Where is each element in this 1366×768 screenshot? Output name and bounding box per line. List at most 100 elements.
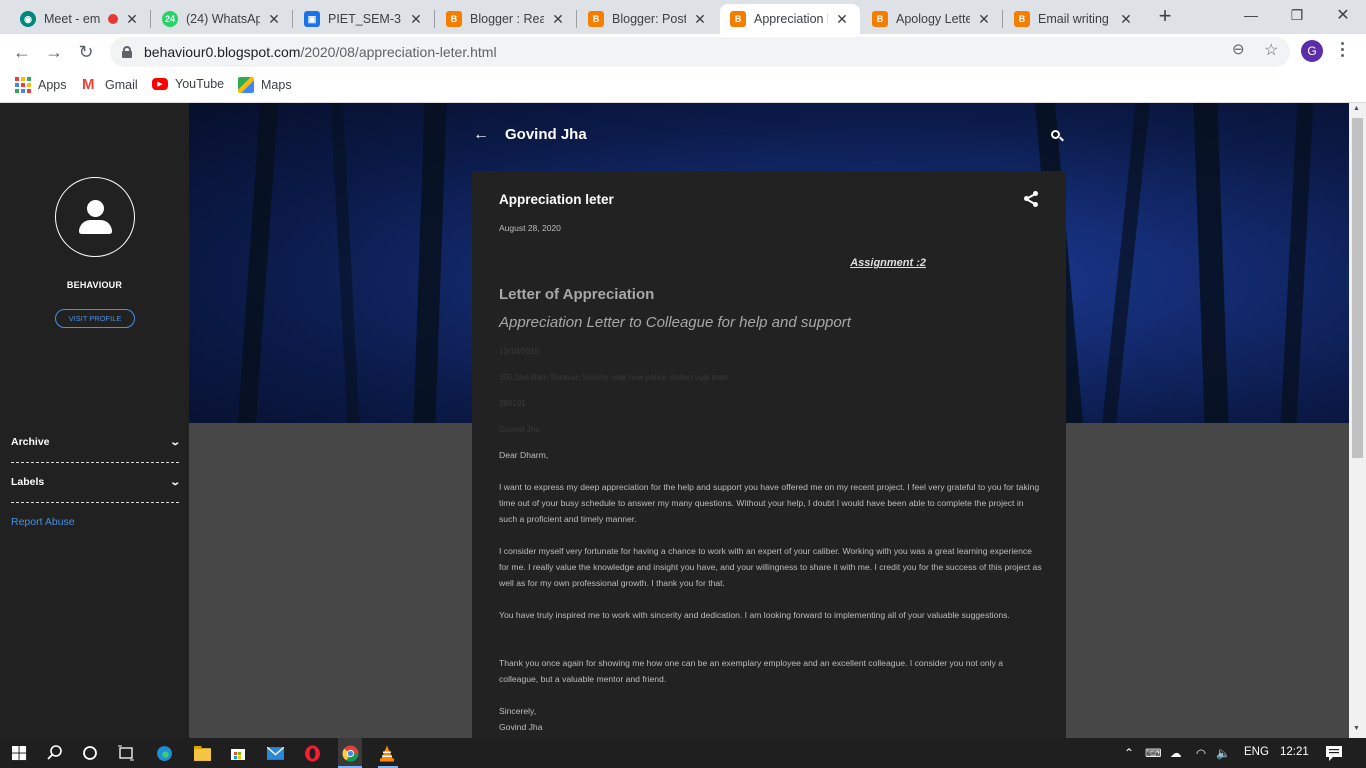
- divider: [11, 502, 179, 503]
- bookmark-apps[interactable]: Apps: [15, 77, 67, 93]
- file-explorer-icon[interactable]: [193, 744, 211, 762]
- bookmark-star-icon[interactable]: ☆: [1264, 40, 1278, 60]
- url-path: /2020/08/appreciation-leter.html: [300, 44, 497, 60]
- vlc-icon[interactable]: [378, 744, 396, 762]
- youtube-icon: ▶: [152, 78, 168, 90]
- close-tab-icon[interactable]: ✕: [408, 11, 424, 28]
- letter-sender: Govind Jha: [499, 425, 540, 434]
- whatsapp-icon: 24: [162, 11, 178, 27]
- url-host: behaviour0.blogspot.com: [144, 44, 301, 60]
- close-tab-icon[interactable]: ✕: [124, 11, 140, 28]
- address-bar[interactable]: behaviour0.blogspot.com/2020/08/apprecia…: [110, 37, 1290, 67]
- language-indicator[interactable]: ENG: [1244, 746, 1269, 758]
- zoom-icon[interactable]: ⊖: [1232, 40, 1245, 58]
- blog-sidebar: BEHAVIOUR VISIT PROFILE Archive ⌄ Labels…: [0, 103, 189, 738]
- post-card: Appreciation leter August 28, 2020 Assig…: [472, 171, 1066, 738]
- visit-profile-button[interactable]: VISIT PROFILE: [55, 309, 135, 328]
- minimize-window-button[interactable]: —: [1228, 0, 1274, 30]
- maps-icon: [238, 77, 254, 93]
- close-tab-icon[interactable]: ✕: [266, 11, 282, 28]
- close-tab-icon[interactable]: ✕: [976, 11, 992, 28]
- clock[interactable]: 12:21: [1280, 746, 1309, 758]
- wifi-icon[interactable]: ◠: [1196, 746, 1206, 760]
- share-icon[interactable]: [1024, 191, 1038, 207]
- labels-section-toggle[interactable]: Labels ⌄: [11, 476, 181, 488]
- tab-strip: ◉ Meet - em ✕ 24 (24) WhatsApp ✕ ▣ PIET_…: [0, 0, 1366, 34]
- tab-whatsapp[interactable]: 24 (24) WhatsApp ✕: [152, 4, 292, 34]
- bookmark-youtube[interactable]: ▶ YouTube: [152, 77, 224, 91]
- store-icon[interactable]: [229, 744, 247, 762]
- tab-email-writing[interactable]: B Email writing ✕: [1004, 4, 1144, 34]
- show-hidden-icons-icon[interactable]: ⌃: [1124, 746, 1134, 760]
- scroll-up-icon[interactable]: ▲: [1353, 105, 1360, 112]
- tab-title: Appreciation le: [754, 12, 828, 26]
- search-icon[interactable]: [1051, 130, 1064, 142]
- tab-title: PIET_SEM-3 Pr: [328, 12, 402, 26]
- scrollbar-thumb[interactable]: [1352, 118, 1363, 458]
- close-tab-icon[interactable]: ✕: [834, 11, 850, 28]
- profile-avatar[interactable]: G: [1301, 40, 1323, 62]
- tab-appreciation-active[interactable]: B Appreciation le ✕: [720, 4, 860, 34]
- chevron-down-icon: ⌄: [168, 476, 181, 488]
- search-icon[interactable]: [46, 744, 64, 762]
- mail-icon[interactable]: [266, 744, 284, 762]
- letter-date: 13/10/2019: [499, 347, 540, 356]
- windows-taskbar: ⌃ ⌨ ☁ ◠ 🔈 ENG 12:21: [0, 738, 1366, 768]
- tab-title: Apology Lette: [896, 12, 970, 26]
- tab-separator: [576, 10, 577, 28]
- back-arrow-icon[interactable]: ←: [473, 126, 489, 144]
- page-scrollbar[interactable]: ▲ ▼: [1349, 103, 1366, 738]
- archive-section-toggle[interactable]: Archive ⌄: [11, 436, 181, 448]
- letter-paragraph: I consider myself very fortunate for hav…: [499, 546, 1042, 588]
- tab-meet[interactable]: ◉ Meet - em ✕: [10, 4, 150, 34]
- chrome-icon[interactable]: [341, 744, 359, 762]
- tab-separator: [292, 10, 293, 28]
- bookmark-maps[interactable]: Maps: [238, 77, 292, 93]
- edge-icon[interactable]: [155, 744, 173, 762]
- tab-title: Blogger: Posts: [612, 12, 686, 26]
- tab-blogger-read[interactable]: B Blogger : Read ✕: [436, 4, 576, 34]
- assignment-label: Assignment :2: [850, 257, 926, 269]
- close-window-button[interactable]: ✕: [1320, 0, 1366, 30]
- tab-classroom[interactable]: ▣ PIET_SEM-3 Pr ✕: [294, 4, 434, 34]
- close-tab-icon[interactable]: ✕: [1118, 11, 1134, 28]
- close-tab-icon[interactable]: ✕: [692, 11, 708, 28]
- letter-pincode: 396191: [499, 399, 526, 408]
- letter-heading: Letter of Appreciation: [499, 286, 655, 303]
- tab-blogger-posts[interactable]: B Blogger: Posts ✕: [578, 4, 718, 34]
- blogger-icon: B: [1014, 11, 1030, 27]
- blog-title[interactable]: Govind Jha: [505, 126, 587, 143]
- volume-icon[interactable]: 🔈: [1216, 746, 1230, 760]
- onedrive-icon[interactable]: ☁: [1170, 746, 1182, 760]
- tab-apology-letter[interactable]: B Apology Lette ✕: [862, 4, 1002, 34]
- bookmark-gmail[interactable]: M Gmail: [82, 77, 138, 93]
- windows-start-icon[interactable]: [10, 744, 28, 762]
- task-view-icon[interactable]: [117, 744, 135, 762]
- forward-button[interactable]: →: [41, 39, 67, 65]
- apps-grid-icon: [15, 77, 31, 93]
- letter-paragraph: You have truly inspired me to work with …: [499, 610, 1010, 620]
- reload-button[interactable]: ↻: [73, 39, 99, 65]
- action-center-icon[interactable]: [1325, 744, 1343, 762]
- letter-paragraph: I want to express my deep appreciation f…: [499, 482, 1040, 524]
- opera-icon[interactable]: [303, 744, 321, 762]
- tab-separator: [434, 10, 435, 28]
- blogger-icon: B: [872, 11, 888, 27]
- cortana-icon[interactable]: [81, 744, 99, 762]
- tab-separator: [150, 10, 151, 28]
- scroll-down-icon[interactable]: ▼: [1353, 725, 1360, 732]
- close-tab-icon[interactable]: ✕: [550, 11, 566, 28]
- gmail-icon: M: [82, 76, 95, 93]
- restore-window-button[interactable]: ❐: [1274, 0, 1320, 30]
- letter-subheading: Appreciation Letter to Colleague for hel…: [499, 314, 851, 331]
- back-button[interactable]: ←: [9, 39, 35, 65]
- recording-indicator-icon: [108, 14, 118, 24]
- input-method-icon[interactable]: ⌨: [1145, 746, 1162, 760]
- new-tab-button[interactable]: +: [1154, 5, 1176, 28]
- meet-icon: ◉: [20, 11, 36, 27]
- report-abuse-link[interactable]: Report Abuse: [11, 516, 75, 528]
- tab-title: (24) WhatsApp: [186, 12, 260, 26]
- url-text: behaviour0.blogspot.com/2020/08/apprecia…: [144, 44, 497, 60]
- browser-menu-icon[interactable]: [1340, 42, 1346, 60]
- letter-address: 305,Shri Ram Shravan Society near new po…: [499, 373, 729, 382]
